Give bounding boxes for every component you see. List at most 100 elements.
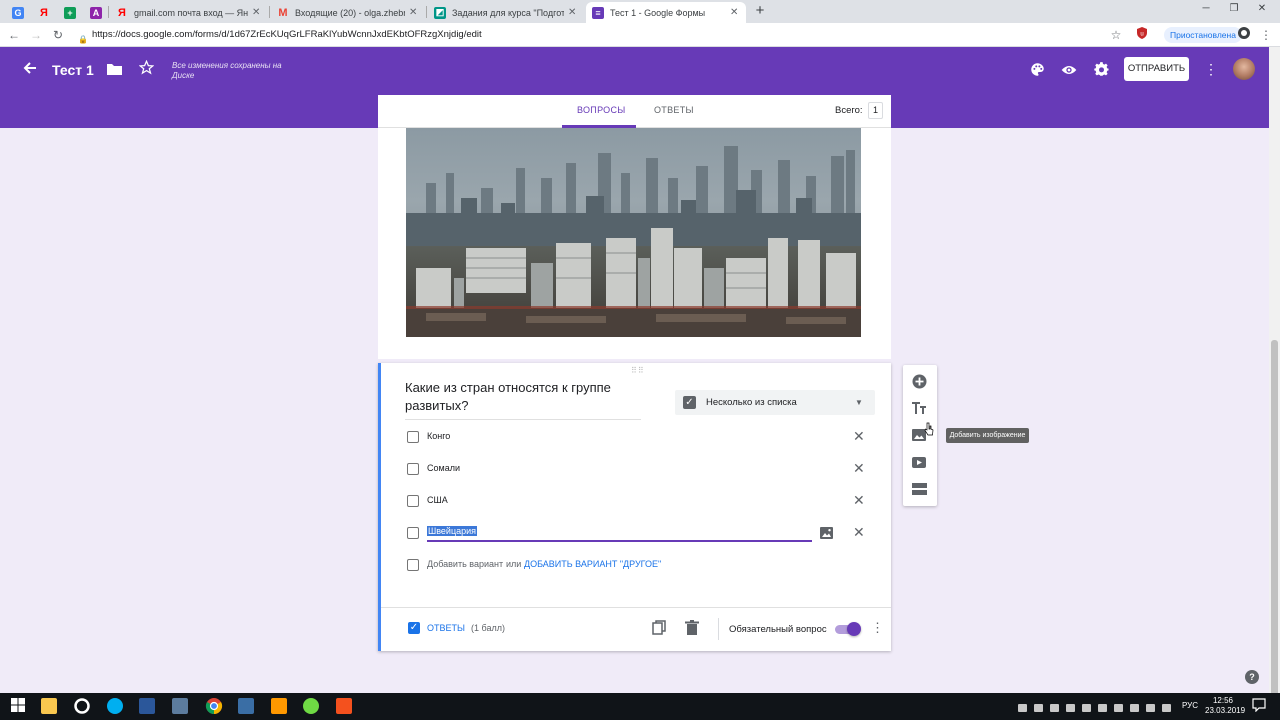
option-checkbox xyxy=(407,495,419,507)
add-video-icon[interactable] xyxy=(912,455,928,471)
add-image-icon[interactable] xyxy=(820,526,834,539)
bookmark-star-icon[interactable]: ☆ xyxy=(1108,27,1124,43)
settings-gear-icon[interactable] xyxy=(1093,62,1109,78)
screencast-icon[interactable] xyxy=(336,698,352,714)
upwork-icon[interactable] xyxy=(303,698,319,714)
more-options-icon[interactable]: ⋮ xyxy=(871,620,884,636)
option-text[interactable]: США xyxy=(427,495,448,505)
tab-sheets[interactable]: + xyxy=(58,2,80,23)
answer-key-checkbox-icon[interactable]: ✓ xyxy=(408,622,420,634)
city-skyline-image[interactable] xyxy=(406,128,861,337)
tab-yandex-mail[interactable]: Я gmail.com почта вход — Яндекс ✕ xyxy=(110,2,268,23)
back-button[interactable]: ← xyxy=(6,27,22,43)
form-title[interactable]: Тест 1 xyxy=(52,62,94,78)
clock-time: 12:56 xyxy=(1212,696,1234,705)
extension-icon[interactable]: u xyxy=(1134,27,1150,43)
send-button[interactable]: ОТПРАВИТЬ xyxy=(1124,57,1189,81)
restore-button[interactable]: ❐ xyxy=(1224,3,1244,17)
opera-icon[interactable] xyxy=(74,698,90,714)
add-question-icon[interactable] xyxy=(912,374,928,390)
system-tray-icons[interactable] xyxy=(1018,701,1176,713)
duplicate-icon[interactable] xyxy=(652,620,668,636)
windows-start-icon[interactable] xyxy=(11,698,27,714)
question-type-select[interactable]: ✓ Несколько из списка ▼ xyxy=(675,390,875,415)
help-icon[interactable]: ? xyxy=(1245,670,1259,684)
tab-google-forms[interactable]: ≡ Тест 1 - Google Формы ✕ xyxy=(586,2,746,23)
add-option-row: Добавить вариант или ДОБАВИТЬ ВАРИАНТ "Д… xyxy=(407,555,877,575)
remove-option-close-icon[interactable]: ✕ xyxy=(853,524,865,541)
star-icon[interactable] xyxy=(138,59,154,76)
network-app-icon[interactable] xyxy=(172,698,188,714)
scrollbar-thumb[interactable] xyxy=(1271,340,1278,698)
remove-option-close-icon[interactable]: ✕ xyxy=(853,428,865,445)
profile-icon[interactable] xyxy=(1236,27,1252,43)
folder-icon[interactable] xyxy=(106,62,122,76)
sublime-icon[interactable] xyxy=(271,698,287,714)
acrobat-icon: A xyxy=(90,6,102,19)
tooltip: Добавить изображение xyxy=(946,428,1029,443)
question-title-input[interactable]: Какие из стран относятся к группе развит… xyxy=(405,379,641,420)
add-option-link[interactable]: Добавить вариант xyxy=(427,559,503,569)
minimize-button[interactable]: ─ xyxy=(1196,3,1216,17)
tab-title: Задания для курса "Подготовка xyxy=(452,7,564,18)
add-other-option-link[interactable]: ДОБАВИТЬ ВАРИАНТ "ДРУГОЕ" xyxy=(524,559,661,569)
chrome-icon[interactable] xyxy=(205,697,223,715)
page-scrollbar[interactable] xyxy=(1269,47,1280,698)
add-title-text-icon[interactable] xyxy=(912,401,928,417)
forward-button[interactable]: → xyxy=(28,27,44,43)
option-text[interactable]: Сомали xyxy=(427,463,460,473)
mouse-cursor-icon xyxy=(924,422,934,436)
palette-icon[interactable] xyxy=(1029,62,1045,78)
lock-icon: 🔒 xyxy=(78,35,88,44)
dropdown-caret-icon: ▼ xyxy=(855,398,863,407)
tab-acrobat[interactable]: A xyxy=(84,2,106,23)
file-explorer-icon[interactable] xyxy=(41,698,57,714)
tab-classroom[interactable]: ◩ Задания для курса "Подготовка ✕ xyxy=(428,2,584,23)
skype-icon[interactable] xyxy=(107,698,123,714)
forms-icon: ≡ xyxy=(592,6,604,19)
remove-option-close-icon[interactable]: ✕ xyxy=(853,460,865,477)
delete-trash-icon[interactable] xyxy=(685,620,701,636)
more-options-icon[interactable]: ⋮ xyxy=(1204,61,1218,77)
question-type-label: Несколько из списка xyxy=(706,397,797,408)
total-label: Всего: xyxy=(835,105,863,116)
close-icon[interactable]: ✕ xyxy=(730,7,740,18)
language-indicator[interactable]: РУС xyxy=(1182,701,1198,710)
close-icon[interactable]: ✕ xyxy=(409,7,419,18)
tab-questions[interactable]: ВОПРОСЫ xyxy=(577,105,626,115)
tab-answers[interactable]: ОТВЕТЫ xyxy=(654,105,694,115)
reload-button[interactable]: ↻ xyxy=(50,27,66,43)
option-text[interactable]: Конго xyxy=(427,431,450,441)
total-count: 1 xyxy=(868,102,883,119)
checkbox-type-icon: ✓ xyxy=(683,396,696,409)
close-icon[interactable]: ✕ xyxy=(252,7,262,18)
svg-text:u: u xyxy=(1140,32,1143,38)
back-arrow-icon[interactable] xyxy=(22,61,38,77)
yandex-icon: Я xyxy=(118,6,126,19)
remove-option-close-icon[interactable]: ✕ xyxy=(853,492,865,509)
answer-key-link[interactable]: ОТВЕТЫ xyxy=(427,623,465,633)
address-bar[interactable]: 🔒 https://docs.google.com/forms/d/1d67Zr… xyxy=(78,26,1128,44)
tab-yandex[interactable]: Я xyxy=(32,2,54,23)
question-card[interactable]: ⠿⠿ Какие из стран относятся к группе раз… xyxy=(378,363,891,651)
sync-paused-badge[interactable]: Приостановлена xyxy=(1164,27,1242,43)
toggle-knob xyxy=(847,622,861,636)
browser-toolbar: ← → ↻ 🔒 https://docs.google.com/forms/d/… xyxy=(0,23,1280,47)
browser-menu-icon[interactable]: ⋮ xyxy=(1258,27,1274,43)
drag-handle-icon[interactable]: ⠿⠿ xyxy=(631,366,645,375)
clock[interactable]: 12:56 23.03.2019 xyxy=(1205,696,1245,716)
notifications-icon[interactable] xyxy=(1252,698,1268,714)
avatar[interactable] xyxy=(1233,58,1255,80)
close-icon[interactable]: ✕ xyxy=(568,7,578,18)
tab-google[interactable]: G xyxy=(6,2,28,23)
app-icon[interactable] xyxy=(238,698,254,714)
option-row: Сомали ✕ xyxy=(407,459,877,479)
window-close-button[interactable]: ✕ xyxy=(1252,3,1272,17)
add-section-icon[interactable] xyxy=(912,482,928,498)
word-icon[interactable] xyxy=(139,698,155,714)
preview-eye-icon[interactable] xyxy=(1061,63,1077,77)
option-text-selected[interactable]: Швейцария xyxy=(427,526,478,536)
tab-gmail[interactable]: M Входящие (20) - olga.zhebrovska ✕ xyxy=(271,2,425,23)
required-toggle[interactable] xyxy=(833,622,861,636)
new-tab-button[interactable]: + xyxy=(752,2,768,20)
